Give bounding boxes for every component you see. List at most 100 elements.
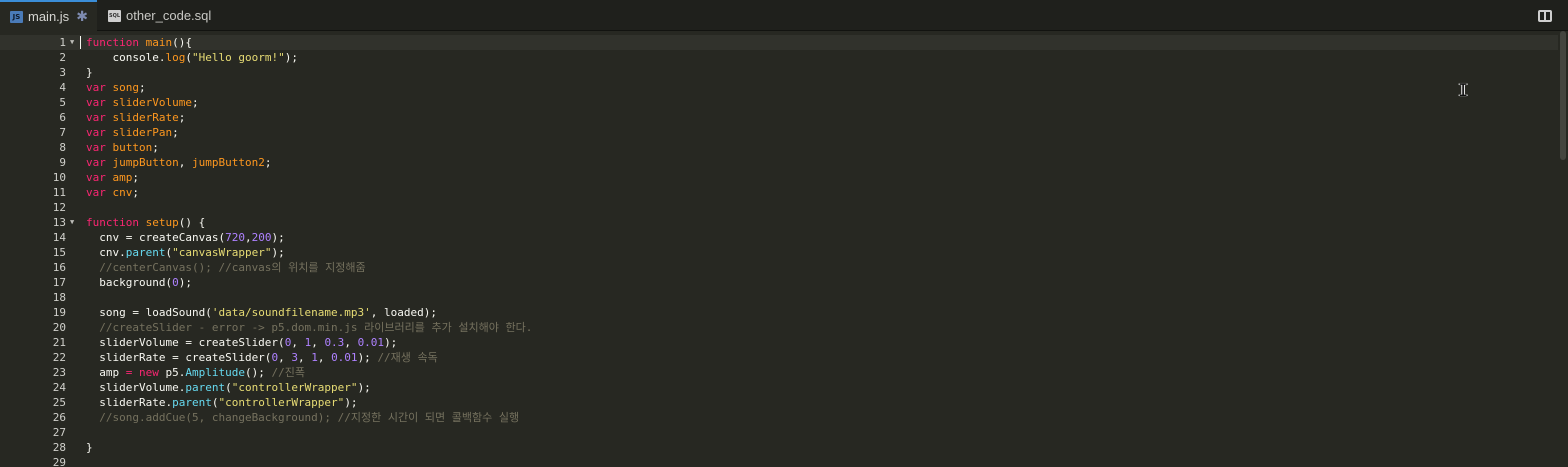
code-token: "Hello goorm!"	[191, 51, 285, 64]
fold-arrow-icon[interactable]: ▼	[70, 215, 74, 230]
code-editor[interactable]: I 1 ▼ function main(){2 console.log("Hello…	[0, 31, 1568, 467]
code-line[interactable]: 29	[0, 455, 1558, 467]
code-token: 0.01	[331, 351, 358, 364]
code-line[interactable]: 5 var sliderVolume;	[0, 95, 1558, 110]
code-token: ,	[317, 351, 332, 364]
code-text: }	[86, 65, 93, 80]
split-view-icon[interactable]	[1538, 10, 1552, 22]
code-token: var	[86, 96, 106, 109]
code-line[interactable]: 21 sliderVolume = createSlider(0, 1, 0.3…	[0, 335, 1558, 350]
code-line[interactable]: 10 var amp;	[0, 170, 1558, 185]
code-text: function setup() {	[86, 215, 205, 230]
code-line[interactable]: 27	[0, 425, 1558, 440]
code-token: //centerCanvas(); //canvas의 위치를 지정해줌	[86, 261, 366, 274]
code-line[interactable]: 1 ▼ function main(){	[0, 35, 1558, 50]
tab-label: main.js	[28, 9, 70, 24]
code-token: var	[86, 171, 106, 184]
line-number: 3	[59, 66, 66, 79]
tab-other-code-sql[interactable]: SQL other_code.sql	[99, 0, 239, 31]
line-number: 25	[52, 396, 66, 409]
code-line[interactable]: 2 console.log("Hello goorm!");	[0, 50, 1558, 65]
code-line[interactable]: 16 //centerCanvas(); //canvas의 위치를 지정해줌	[0, 260, 1558, 275]
tab-bar: JS main.js ✱ SQL other_code.sql	[0, 0, 1568, 31]
code-line[interactable]: 15 cnv.parent("canvasWrapper");	[0, 245, 1558, 260]
code-line[interactable]: 20 //createSlider - error -> p5.dom.min.…	[0, 320, 1558, 335]
code-token: ;	[152, 141, 159, 154]
code-text: //createSlider - error -> p5.dom.min.js …	[86, 320, 532, 335]
code-text: var button;	[86, 140, 159, 155]
line-number: 27	[52, 426, 66, 439]
code-line[interactable]: 18	[0, 290, 1558, 305]
code-text: var jumpButton, jumpButton2;	[86, 155, 271, 170]
line-number: 4	[59, 81, 66, 94]
code-token: );	[384, 336, 398, 349]
line-number: 15	[52, 246, 66, 259]
code-line[interactable]: 22 sliderRate = createSlider(0, 3, 1, 0.…	[0, 350, 1558, 365]
code-line[interactable]: 23 amp = new p5.Amplitude(); //진폭	[0, 365, 1558, 380]
code-token: 3	[291, 351, 298, 364]
code-token: jumpButton2	[191, 156, 265, 169]
code-token: song = loadSound(	[86, 306, 212, 319]
code-text: console.log("Hello goorm!");	[86, 50, 297, 65]
line-number: 17	[52, 276, 66, 289]
code-token: );	[357, 351, 378, 364]
code-token: (	[225, 381, 232, 394]
line-number: 12	[52, 201, 66, 214]
line-number: 7	[59, 126, 66, 139]
code-token: ();	[244, 366, 272, 379]
line-number: 1	[59, 36, 66, 49]
code-token: sliderVolume	[112, 96, 192, 109]
sql-file-icon: SQL	[108, 9, 121, 22]
code-token: "canvasWrapper"	[172, 246, 272, 259]
code-line[interactable]: 3}	[0, 65, 1558, 80]
code-line[interactable]: 7 var sliderPan;	[0, 125, 1558, 140]
code-text: background(0);	[86, 275, 192, 290]
line-number: 21	[52, 336, 66, 349]
code-token: sliderRate	[112, 111, 179, 124]
code-token: );	[357, 381, 371, 394]
code-token: );	[344, 396, 358, 409]
code-token: ;	[264, 156, 272, 169]
line-number: 10	[52, 171, 66, 184]
code-token: (){	[172, 36, 192, 49]
code-token: parent	[172, 396, 212, 409]
code-token: var	[86, 111, 106, 124]
fold-arrow-icon[interactable]: ▼	[70, 35, 74, 50]
line-number: 24	[52, 381, 66, 394]
code-token: sliderRate.	[86, 396, 173, 409]
code-token: (	[185, 51, 192, 64]
tab-main-js[interactable]: JS main.js ✱	[0, 0, 97, 31]
code-line[interactable]: 24 sliderVolume.parent("controllerWrappe…	[0, 380, 1558, 395]
line-number: 11	[52, 186, 66, 199]
code-token: ,	[178, 156, 192, 169]
code-token: ,	[311, 336, 325, 349]
code-line[interactable]: 12	[0, 200, 1558, 215]
scrollbar-thumb[interactable]	[1560, 31, 1566, 160]
code-line[interactable]: 13 ▼ function setup() {	[0, 215, 1558, 230]
code-line[interactable]: 28}	[0, 440, 1558, 455]
code-token: }	[86, 441, 93, 454]
vertical-scrollbar[interactable]	[1559, 31, 1568, 467]
code-line[interactable]: 25 sliderRate.parent("controllerWrapper"…	[0, 395, 1558, 410]
code-line[interactable]: 19 song = loadSound('data/soundfilename.…	[0, 305, 1558, 320]
code-line[interactable]: 11 var cnv;	[0, 185, 1558, 200]
code-token: var	[86, 186, 106, 199]
code-line[interactable]: 14 cnv = createCanvas(720,200);	[0, 230, 1558, 245]
code-token: p5.	[158, 366, 186, 379]
code-text: cnv = createCanvas(720,200);	[86, 230, 284, 245]
code-line[interactable]: 9 var jumpButton, jumpButton2;	[0, 155, 1558, 170]
code-text: amp = new p5.Amplitude(); //진폭	[86, 365, 305, 380]
code-line[interactable]: 4 var song;	[0, 80, 1558, 95]
code-token: parent	[125, 246, 166, 259]
code-text: sliderVolume = createSlider(0, 1, 0.3, 0…	[86, 335, 397, 350]
code-line[interactable]: 17 background(0);	[0, 275, 1558, 290]
code-line[interactable]: 6 var sliderRate;	[0, 110, 1558, 125]
code-line[interactable]: 8 var button;	[0, 140, 1558, 155]
code-line[interactable]: 26 //song.addCue(5, changeBackground); /…	[0, 410, 1558, 425]
code-token: cnv.	[86, 246, 126, 259]
code-token: ,	[278, 351, 292, 364]
code-token: cnv	[112, 186, 133, 199]
